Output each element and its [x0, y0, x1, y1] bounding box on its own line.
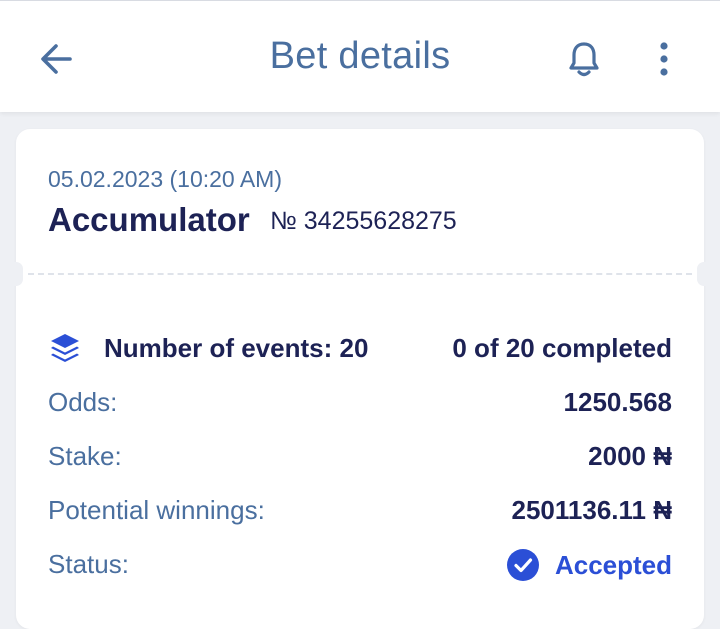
- status-value: Accepted: [506, 549, 672, 581]
- events-count: Number of events: 20: [104, 333, 369, 363]
- odds-value: 1250.568: [563, 387, 672, 417]
- bet-number: № 34255628275: [270, 207, 457, 235]
- more-options-button[interactable]: [644, 35, 684, 83]
- bet-type: Accumulator: [48, 201, 250, 238]
- stake-value: 2000 ₦: [588, 441, 672, 471]
- ticket-divider: [28, 273, 692, 275]
- winnings-label: Potential winnings:: [48, 495, 265, 525]
- events-completed: 0 of 20 completed: [452, 333, 672, 363]
- check-circle-icon: [506, 549, 539, 581]
- status-label: Status:: [48, 549, 129, 579]
- bet-date: 05.02.2023 (10:20 AM): [48, 166, 282, 192]
- layers-icon: [51, 334, 79, 362]
- odds-label: Odds:: [48, 387, 118, 417]
- page-title: Bet details: [269, 35, 451, 77]
- stake-label: Stake:: [48, 441, 122, 471]
- ticket-notch-right: [697, 262, 711, 286]
- status-row: Status: Accepted: [48, 549, 672, 583]
- bell-icon: [569, 42, 599, 77]
- more-vertical-icon: [660, 42, 668, 76]
- notifications-button[interactable]: [560, 35, 608, 83]
- winnings-row: Potential winnings: 2501136.11 ₦: [48, 495, 672, 529]
- odds-row: Odds: 1250.568: [48, 387, 672, 421]
- ticket-notch-left: [9, 262, 23, 286]
- status-text: Accepted: [554, 549, 672, 580]
- stake-row: Stake: 2000 ₦: [48, 441, 672, 475]
- winnings-value: 2501136.11 ₦: [511, 495, 673, 525]
- app-header: Bet details: [0, 0, 720, 112]
